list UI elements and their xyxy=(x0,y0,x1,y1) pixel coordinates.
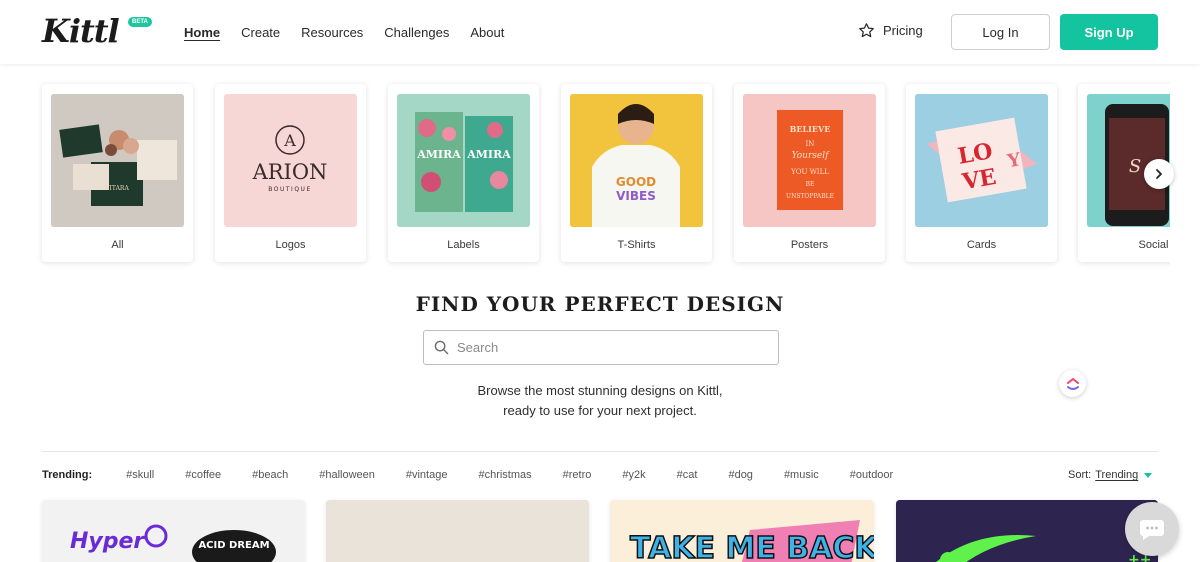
gallery-tile[interactable]: Hyper ACID DREAM xyxy=(42,500,305,562)
category-label: All xyxy=(111,239,124,251)
pricing-link[interactable]: Pricing xyxy=(858,22,923,39)
svg-text:BELIEVE: BELIEVE xyxy=(790,124,831,134)
trending-tags: Trending: #skull #coffee #beach #hallowe… xyxy=(42,469,924,481)
arion-logo-image: A ARION BOUTIQUE xyxy=(252,125,328,193)
carousel-next-button[interactable] xyxy=(1144,159,1174,189)
clickup-extension-button[interactable] xyxy=(1059,370,1086,397)
svg-text:A: A xyxy=(283,131,296,150)
trending-label: Trending: xyxy=(42,469,93,481)
subtitle-line: ready to use for your next project. xyxy=(503,403,697,418)
hero-subtitle: Browse the most stunning designs on Kitt… xyxy=(0,381,1200,421)
svg-text:BOUTIQUE: BOUTIQUE xyxy=(268,186,311,193)
sort-value[interactable]: Trending xyxy=(1095,469,1138,481)
category-card-posters[interactable]: BELIEVE IN Yourself YOU WILL BE UNSTOPPA… xyxy=(734,84,885,262)
tag-coffee[interactable]: #coffee xyxy=(185,469,221,481)
star-icon xyxy=(859,23,874,38)
svg-text:UNSTOPPABLE: UNSTOPPABLE xyxy=(786,193,834,200)
top-navbar: Kittl BETA Home Create Resources Challen… xyxy=(0,0,1200,64)
nav-home-link[interactable]: Home xyxy=(184,25,220,40)
chat-widget-button[interactable] xyxy=(1125,502,1179,556)
tshirt-model-image: GOOD VIBES xyxy=(570,94,703,227)
chevron-right-icon xyxy=(1156,169,1162,179)
main-nav: Home Create Resources Challenges About xyxy=(184,25,525,40)
tag-beach[interactable]: #beach xyxy=(252,469,288,481)
svg-text:S: S xyxy=(1129,156,1141,177)
design-preview-image: ++ xyxy=(896,500,1158,562)
tag-outdoor[interactable]: #outdoor xyxy=(850,469,893,481)
pouch-packaging-image: AMIRA AMIRA xyxy=(397,94,530,227)
signup-button[interactable]: Sign Up xyxy=(1060,14,1158,50)
category-thumbnail: LO VE Y xyxy=(915,94,1048,227)
pricing-label: Pricing xyxy=(883,23,923,38)
nav-create-link[interactable]: Create xyxy=(241,25,280,40)
page-title: FIND YOUR PERFECT DESIGN xyxy=(415,292,785,316)
category-label: Posters xyxy=(790,239,829,251)
poster-image: BELIEVE IN Yourself YOU WILL BE UNSTOPPA… xyxy=(743,94,876,227)
section-divider xyxy=(42,451,1158,452)
svg-text:ARION: ARION xyxy=(252,160,328,184)
category-thumbnail: A ARION BOUTIQUE xyxy=(224,94,357,227)
category-carousel: VITARA All A ARION BOUTIQUE Logos AMIRA … xyxy=(0,76,1170,276)
category-thumbnail: VITARA xyxy=(51,94,184,227)
stationery-mockup-image: VITARA xyxy=(51,94,184,227)
nav-resources-link[interactable]: Resources xyxy=(301,25,363,40)
svg-text:Hyper: Hyper xyxy=(70,529,145,554)
svg-text:TAKE ME BACK: TAKE ME BACK xyxy=(630,531,874,562)
svg-text:ACID DREAM: ACID DREAM xyxy=(198,540,269,551)
category-label: Cards xyxy=(966,239,997,251)
tag-dog[interactable]: #dog xyxy=(728,469,752,481)
search-input[interactable] xyxy=(457,340,757,355)
svg-text:VITARA: VITARA xyxy=(104,185,129,192)
tag-retro[interactable]: #retro xyxy=(563,469,592,481)
sort-label: Sort: xyxy=(1068,469,1092,481)
svg-text:Yourself: Yourself xyxy=(792,151,830,161)
tag-cat[interactable]: #cat xyxy=(677,469,698,481)
tag-skull[interactable]: #skull xyxy=(126,469,154,481)
tag-y2k[interactable]: #y2k xyxy=(622,469,645,481)
greeting-card-image: LO VE Y xyxy=(915,94,1048,227)
category-thumbnail: AMIRA AMIRA xyxy=(397,94,530,227)
design-preview-image: Hyper ACID DREAM xyxy=(70,524,276,562)
search-icon xyxy=(434,340,449,355)
svg-text:GOOD: GOOD xyxy=(616,175,656,189)
nav-about-link[interactable]: About xyxy=(470,25,504,40)
login-button[interactable]: Log In xyxy=(951,14,1050,50)
svg-text:YOU WILL: YOU WILL xyxy=(790,168,829,176)
beta-badge: BETA xyxy=(128,17,152,27)
category-thumbnail: BELIEVE IN Yourself YOU WILL BE UNSTOPPA… xyxy=(743,94,876,227)
category-label: Social xyxy=(1138,239,1169,251)
svg-text:BE: BE xyxy=(806,181,815,188)
gallery-tile[interactable]: TAKE ME BACK xyxy=(610,500,874,562)
svg-text:VIBES: VIBES xyxy=(616,189,656,203)
kittl-logo[interactable]: Kittl xyxy=(42,12,120,50)
subtitle-line: Browse the most stunning designs on Kitt… xyxy=(477,383,723,398)
tag-halloween[interactable]: #halloween xyxy=(319,469,375,481)
sort-dropdown[interactable]: Sort: Trending xyxy=(1068,469,1153,481)
category-card-tshirts[interactable]: GOOD VIBES T-Shirts xyxy=(561,84,712,262)
nav-challenges-link[interactable]: Challenges xyxy=(384,25,449,40)
category-card-cards[interactable]: LO VE Y Cards xyxy=(906,84,1057,262)
tag-music[interactable]: #music xyxy=(784,469,819,481)
svg-text:AMIRA: AMIRA xyxy=(466,148,511,161)
gallery-tile[interactable] xyxy=(326,500,589,562)
design-preview-image: TAKE ME BACK xyxy=(629,520,874,562)
category-card-logos[interactable]: A ARION BOUTIQUE Logos xyxy=(215,84,366,262)
category-card-labels[interactable]: AMIRA AMIRA Labels xyxy=(388,84,539,262)
tag-christmas[interactable]: #christmas xyxy=(478,469,531,481)
chat-bubble-icon xyxy=(1140,520,1164,540)
tag-vintage[interactable]: #vintage xyxy=(406,469,448,481)
category-label: T-Shirts xyxy=(617,239,656,251)
category-label: Labels xyxy=(447,239,480,251)
caret-down-icon xyxy=(1144,472,1153,478)
search-box[interactable] xyxy=(423,330,779,365)
category-thumbnail: GOOD VIBES xyxy=(570,94,703,227)
category-label: Logos xyxy=(275,239,306,251)
gallery-tile[interactable]: ++ xyxy=(896,500,1158,562)
clickup-icon xyxy=(1066,377,1079,390)
svg-text:IN: IN xyxy=(806,140,815,148)
svg-text:AMIRA: AMIRA xyxy=(416,148,461,161)
category-card-all[interactable]: VITARA All xyxy=(42,84,193,262)
